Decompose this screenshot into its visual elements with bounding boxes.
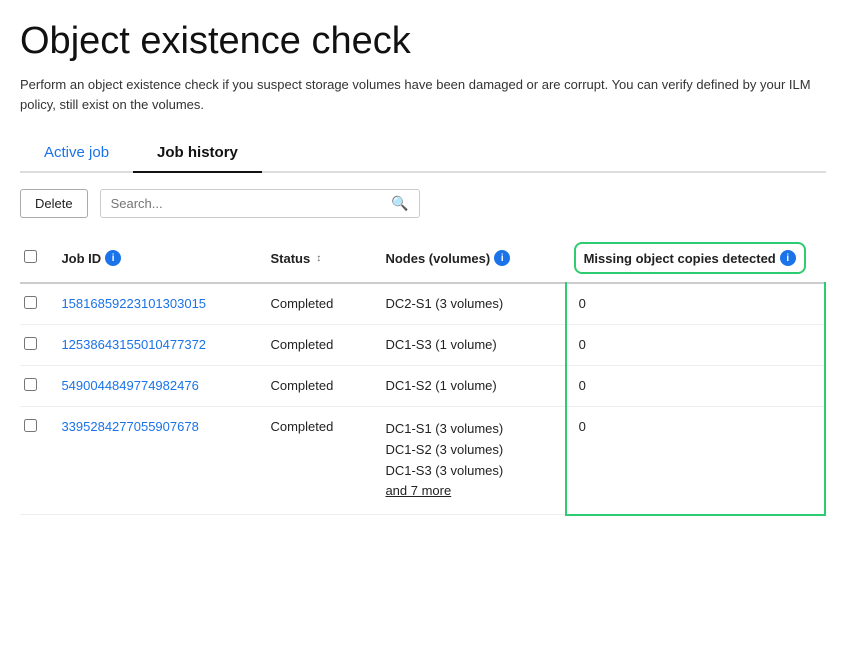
row3-missing: 0	[566, 366, 825, 407]
row3-checkbox[interactable]	[24, 378, 37, 391]
tab-bar: Active job Job history	[20, 134, 826, 173]
job-id-info-icon[interactable]: i	[105, 250, 121, 266]
row1-missing: 0	[566, 283, 825, 325]
missing-info-icon[interactable]: i	[780, 250, 796, 266]
table-row: 3395284277055907678 Completed DC1-S1 (3 …	[20, 407, 825, 515]
nodes-info-icon[interactable]: i	[494, 250, 510, 266]
row4-missing: 0	[566, 407, 825, 515]
table-header-row: Job ID i Status ↕ Nodes (volumes) i	[20, 234, 825, 283]
row1-status: Completed	[262, 283, 377, 325]
col-label-status: Status	[270, 251, 310, 266]
row2-nodes: DC1-S3 (1 volume)	[377, 325, 565, 366]
row4-job-id: 3395284277055907678	[53, 407, 262, 515]
row4-job-id-link[interactable]: 3395284277055907678	[61, 419, 198, 434]
row4-nodes-more-link[interactable]: and 7 more	[385, 483, 451, 498]
col-label-job-id: Job ID	[61, 251, 101, 266]
row4-nodes-line3: DC1-S3 (3 volumes)	[385, 463, 503, 478]
row2-checkbox-cell	[20, 325, 53, 366]
search-box: 🔍	[100, 189, 420, 218]
row4-checkbox-cell	[20, 407, 53, 515]
search-icon: 🔍	[391, 195, 408, 212]
row4-nodes-line1: DC1-S1 (3 volumes)	[385, 421, 503, 436]
row4-nodes-line2: DC1-S2 (3 volumes)	[385, 442, 503, 457]
row2-job-id-link[interactable]: 12538643155010477372	[61, 337, 206, 352]
row1-checkbox-cell	[20, 283, 53, 325]
col-header-job-id: Job ID i	[53, 234, 262, 283]
select-all-checkbox-cell	[20, 234, 53, 283]
row2-status: Completed	[262, 325, 377, 366]
tab-job-history[interactable]: Job history	[133, 134, 262, 173]
row4-status: Completed	[262, 407, 377, 515]
row1-checkbox[interactable]	[24, 296, 37, 309]
search-input[interactable]	[111, 196, 392, 211]
jobs-table: Job ID i Status ↕ Nodes (volumes) i	[20, 234, 826, 516]
col-label-nodes: Nodes (volumes)	[385, 251, 490, 266]
delete-button[interactable]: Delete	[20, 189, 88, 218]
row2-missing: 0	[566, 325, 825, 366]
page-description: Perform an object existence check if you…	[20, 75, 826, 114]
row2-checkbox[interactable]	[24, 337, 37, 350]
row1-nodes: DC2-S1 (3 volumes)	[377, 283, 565, 325]
tab-active-job[interactable]: Active job	[20, 134, 133, 173]
page-title: Object existence check	[20, 20, 826, 63]
row3-checkbox-cell	[20, 366, 53, 407]
row3-job-id: 5490044849774982476	[53, 366, 262, 407]
row2-job-id: 12538643155010477372	[53, 325, 262, 366]
select-all-checkbox[interactable]	[24, 250, 37, 263]
row3-job-id-link[interactable]: 5490044849774982476	[61, 378, 198, 393]
table-row: 5490044849774982476 Completed DC1-S2 (1 …	[20, 366, 825, 407]
row1-job-id-link[interactable]: 15816859223101303015	[61, 296, 206, 311]
col-header-nodes: Nodes (volumes) i	[377, 234, 565, 283]
row3-status: Completed	[262, 366, 377, 407]
col-header-missing: Missing object copies detected i	[566, 234, 825, 283]
row1-job-id: 15816859223101303015	[53, 283, 262, 325]
toolbar: Delete 🔍	[20, 189, 826, 218]
row3-nodes: DC1-S2 (1 volume)	[377, 366, 565, 407]
table-row: 12538643155010477372 Completed DC1-S3 (1…	[20, 325, 825, 366]
col-label-missing: Missing object copies detected	[584, 251, 776, 266]
row4-checkbox[interactable]	[24, 419, 37, 432]
col-header-status: Status ↕	[262, 234, 377, 283]
status-sort-icon[interactable]: ↕	[316, 253, 321, 264]
table-row: 15816859223101303015 Completed DC2-S1 (3…	[20, 283, 825, 325]
row4-nodes: DC1-S1 (3 volumes) DC1-S2 (3 volumes) DC…	[377, 407, 565, 515]
